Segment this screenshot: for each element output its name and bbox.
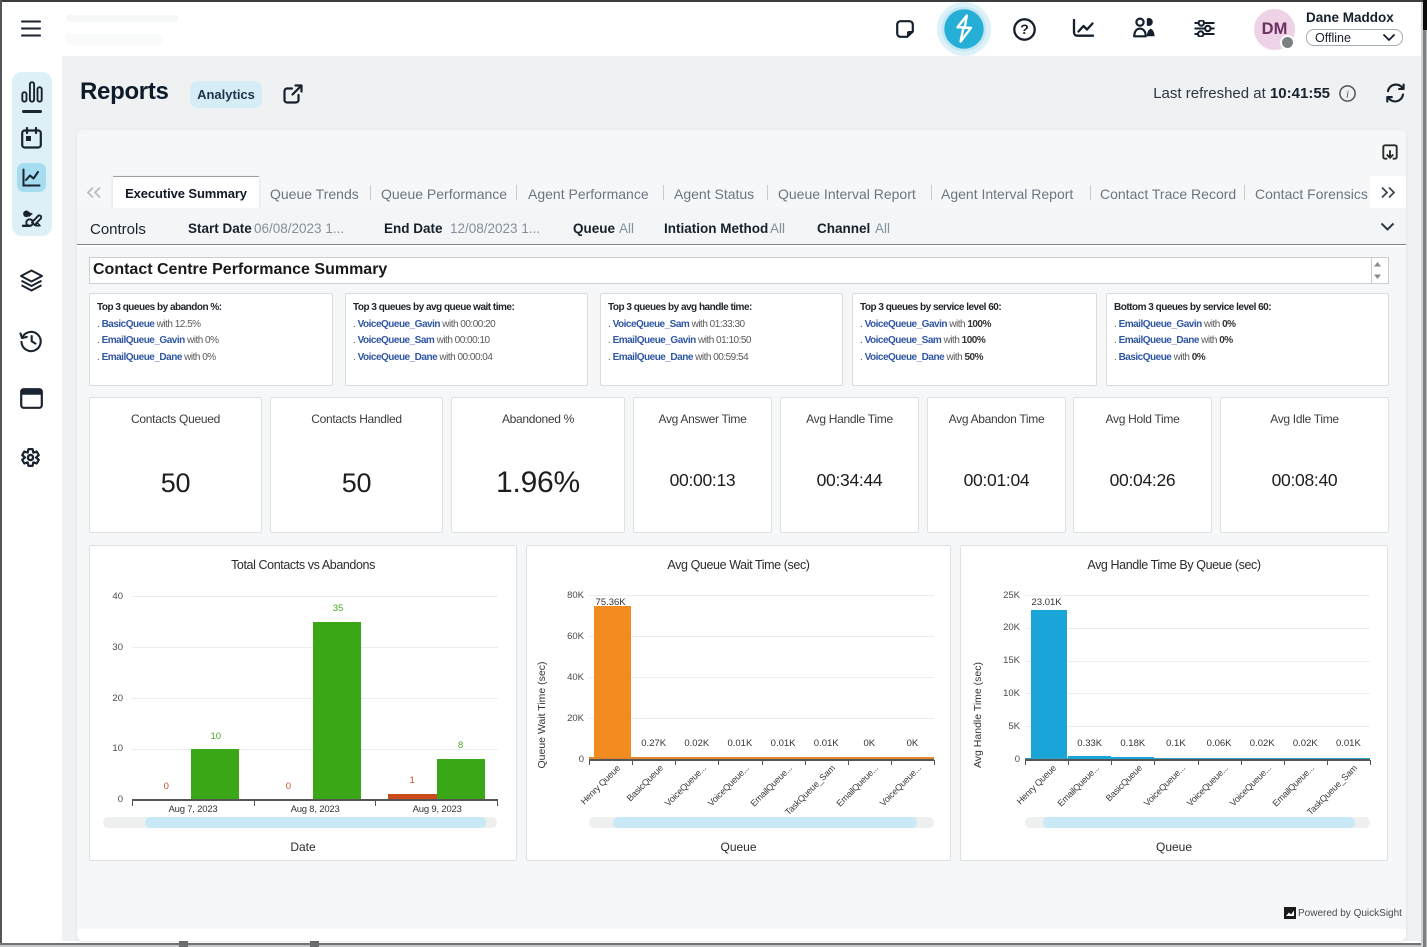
svg-text:i: i <box>1346 89 1349 101</box>
svg-text:?: ? <box>1020 21 1029 37</box>
